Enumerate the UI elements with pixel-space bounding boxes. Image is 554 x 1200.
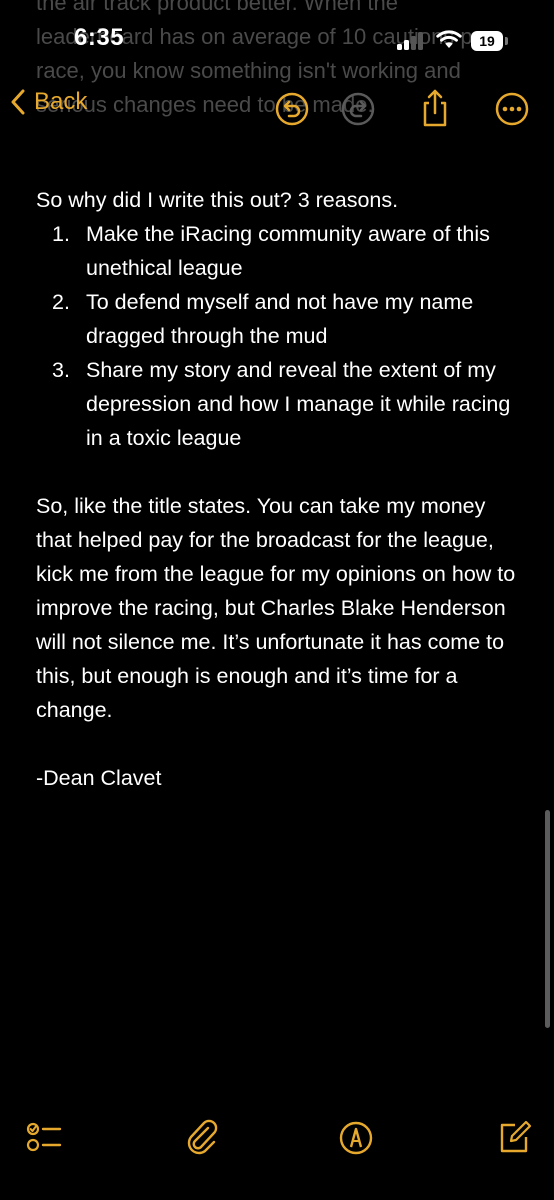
list-item-text: To defend myself and not have my name dr… bbox=[86, 290, 474, 348]
reasons-list: 1. Make the iRacing community aware of t… bbox=[36, 217, 526, 455]
note-intro: So why did I write this out? 3 reasons. bbox=[36, 188, 399, 212]
list-item-text: Share my story and reveal the extent of … bbox=[86, 358, 511, 450]
redo-icon[interactable] bbox=[341, 92, 375, 126]
chevron-left-icon bbox=[11, 89, 25, 115]
note-signature: -Dean Clavet bbox=[36, 766, 162, 790]
list-item: 2. To defend myself and not have my name… bbox=[36, 285, 526, 353]
list-number: 2. bbox=[52, 290, 70, 314]
battery-icon: 19 bbox=[471, 31, 503, 51]
markup-icon[interactable] bbox=[338, 1120, 374, 1156]
more-icon[interactable] bbox=[495, 92, 529, 126]
attachment-icon[interactable] bbox=[184, 1118, 220, 1158]
cellular-signal-icon bbox=[397, 32, 427, 50]
clock: 6:35 bbox=[74, 24, 125, 51]
compose-icon[interactable] bbox=[497, 1116, 533, 1156]
undo-icon[interactable] bbox=[275, 92, 309, 126]
share-icon[interactable] bbox=[420, 88, 450, 128]
back-button[interactable]: Back bbox=[10, 88, 87, 116]
scroll-indicator[interactable] bbox=[545, 810, 550, 1028]
back-label: Back bbox=[34, 88, 88, 115]
list-number: 3. bbox=[52, 358, 70, 382]
nav-bar: Back bbox=[0, 84, 554, 134]
note-closing-paragraph: So, like the title states. You can take … bbox=[36, 494, 516, 722]
list-item: 1. Make the iRacing community aware of t… bbox=[36, 217, 526, 285]
bottom-toolbar bbox=[0, 1118, 554, 1160]
battery-cap bbox=[505, 37, 508, 45]
list-item: 3. Share my story and reveal the extent … bbox=[36, 353, 526, 455]
checklist-icon[interactable] bbox=[26, 1120, 62, 1154]
list-item-text: Make the iRacing community aware of this… bbox=[86, 222, 490, 280]
status-bar: 6:35 19 bbox=[0, 0, 554, 80]
wifi-icon bbox=[436, 30, 462, 48]
note-body[interactable]: So why did I write this out? 3 reasons. … bbox=[36, 183, 526, 795]
list-number: 1. bbox=[52, 222, 70, 246]
